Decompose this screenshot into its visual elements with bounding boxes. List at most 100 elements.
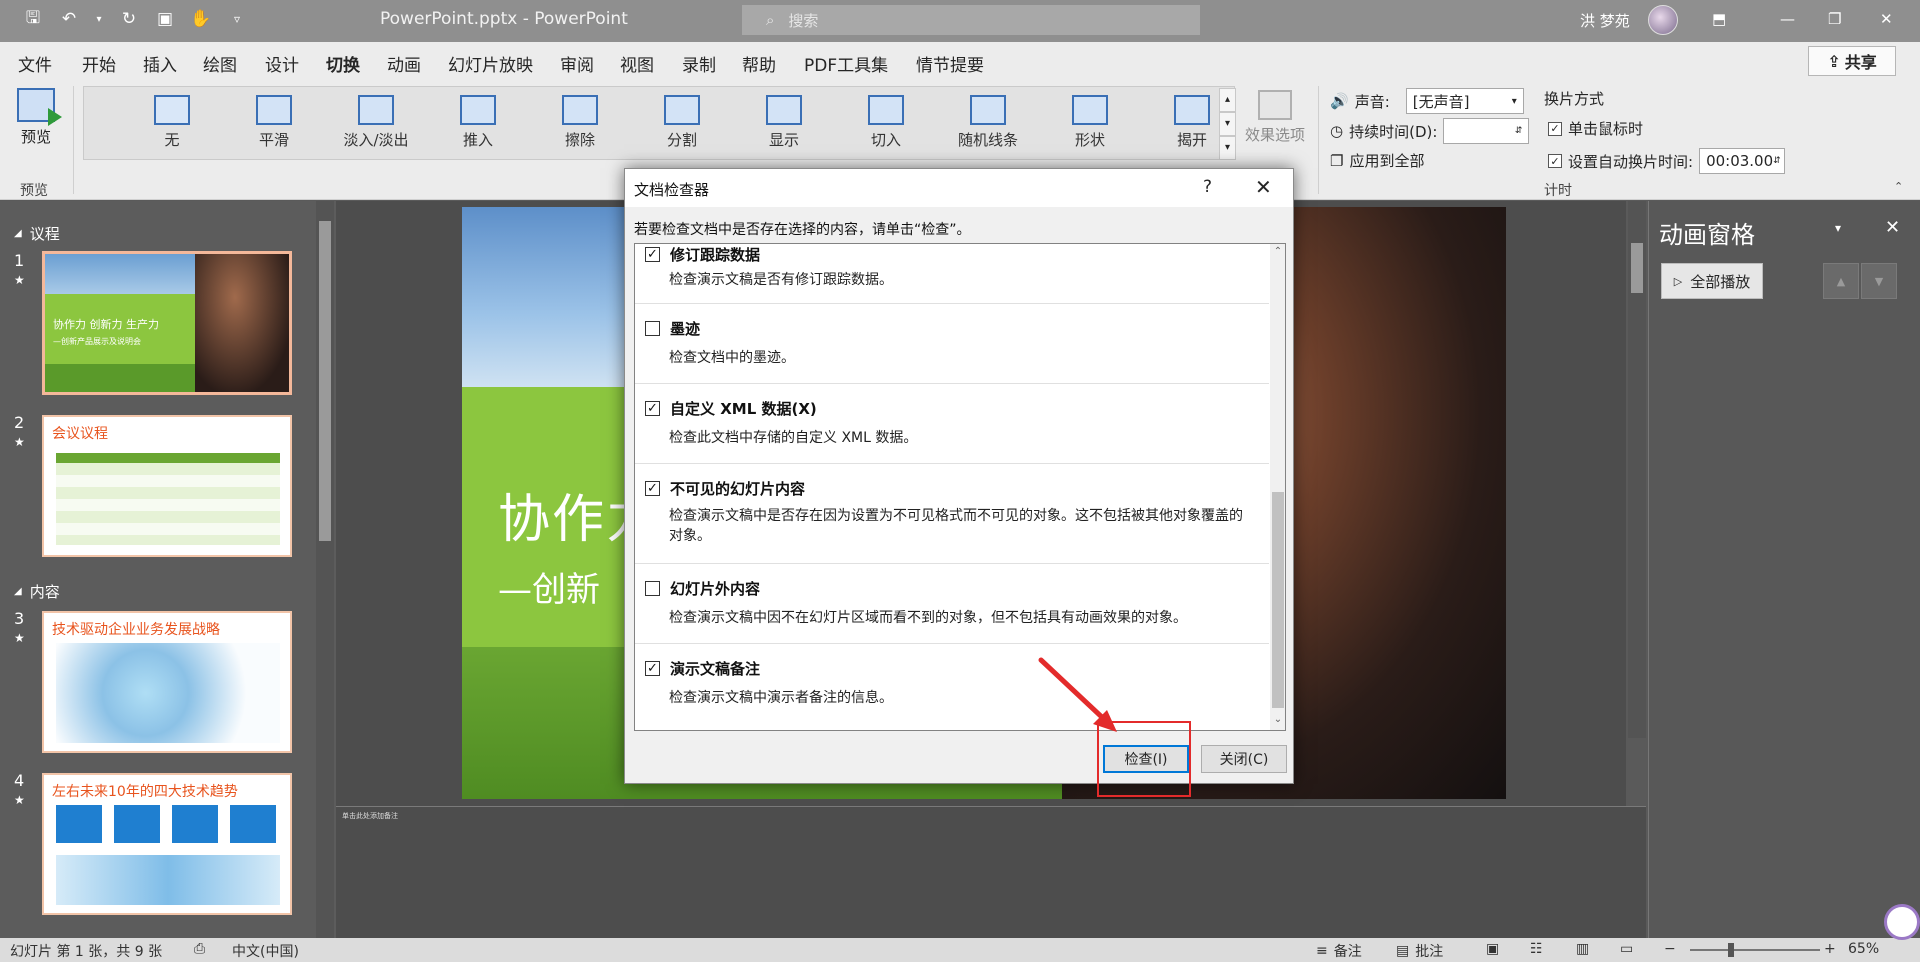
scroll-down-icon[interactable]: ⌄ <box>1272 714 1284 728</box>
section-agenda[interactable]: ◢ 议程 <box>14 223 60 244</box>
collapse-ribbon-icon[interactable]: ⌃ <box>1894 180 1903 193</box>
section-content[interactable]: ◢ 内容 <box>14 581 60 602</box>
customize-qat-icon[interactable]: ▿ <box>226 8 248 30</box>
tab-insert[interactable]: 插入 <box>143 51 177 76</box>
checkbox-checked-icon[interactable]: ✓ <box>1548 154 1562 168</box>
preview-button[interactable]: 预览 <box>12 88 62 147</box>
tab-pdf-tools[interactable]: PDF工具集 <box>804 51 888 76</box>
transition-random-bars[interactable]: 随机线条 <box>940 95 1036 150</box>
slide-thumbnail-3[interactable]: 技术驱动企业业务发展战略 <box>42 611 292 753</box>
tab-record[interactable]: 录制 <box>682 51 716 76</box>
tab-home[interactable]: 开始 <box>82 51 116 76</box>
close-icon[interactable]: ✕ <box>1255 175 1272 199</box>
slide-subtitle[interactable]: —创新 <box>498 562 600 611</box>
sound-select[interactable]: [无声音] ▾ <box>1405 88 1524 114</box>
notes-toggle[interactable]: ≡ 备注 <box>1316 941 1362 961</box>
comments-toggle[interactable]: ▤ 批注 <box>1396 941 1443 961</box>
thumb-subtitle: —创新产品展示及说明会 <box>53 337 141 346</box>
slide-thumbnail-2[interactable]: 会议议程 <box>42 415 292 557</box>
gallery-scroll-up-icon[interactable]: ▴ <box>1219 88 1236 112</box>
minimize-icon[interactable]: — <box>1780 10 1795 28</box>
transition-split[interactable]: 分割 <box>634 95 730 150</box>
checkbox-invisible-content[interactable]: ✓ <box>645 481 660 496</box>
scroll-thumb[interactable] <box>1631 243 1643 293</box>
language-indicator[interactable]: 中文(中国) <box>232 941 299 961</box>
touch-mode-icon[interactable]: ✋ <box>190 8 212 30</box>
notes-pane[interactable]: 单击此处添加备注 <box>336 806 1646 938</box>
auto-advance-time-input[interactable]: 00:03.00 ⇵ <box>1699 148 1786 174</box>
list-scrollbar[interactable]: ⌃ ⌄ <box>1270 244 1285 730</box>
transition-reveal[interactable]: 显示 <box>736 95 832 150</box>
move-up-icon[interactable]: ▲ <box>1823 263 1859 299</box>
thumb-title: 会议议程 <box>52 426 108 442</box>
scroll-thumb[interactable] <box>319 221 331 541</box>
accessibility-icon[interactable]: ⎙ <box>194 941 205 957</box>
gallery-more-icon[interactable]: ▾ <box>1219 136 1236 160</box>
timing-group-label: 计时 <box>1544 183 1572 199</box>
slide-thumbnail-4[interactable]: 左右未来10年的四大技术趋势 <box>42 773 292 915</box>
duration-input[interactable]: ⇵ <box>1443 118 1530 144</box>
close-pane-icon[interactable]: ✕ <box>1885 217 1900 238</box>
transition-morph[interactable]: 平滑 <box>226 95 322 150</box>
thumb-tile <box>114 805 160 843</box>
slide-thumbnail-1[interactable]: 协作力 创新力 生产力 —创新产品展示及说明会 <box>42 251 292 395</box>
redo-icon[interactable]: ↻ <box>118 8 140 30</box>
checkbox-presentation-notes[interactable]: ✓ <box>645 661 660 676</box>
item-description: 检查此文档中存储的自定义 XML 数据。 <box>669 430 918 446</box>
transition-cut[interactable]: 切入 <box>838 95 934 150</box>
reading-view-icon[interactable]: ▥ <box>1576 941 1589 957</box>
restore-icon[interactable]: ❐ <box>1828 10 1841 28</box>
slide-sorter-icon[interactable]: ☷ <box>1530 941 1543 957</box>
tab-draw[interactable]: 绘图 <box>203 51 237 76</box>
close-window-icon[interactable]: ✕ <box>1880 10 1893 28</box>
user-name[interactable]: 洪 梦苑 <box>1580 10 1630 31</box>
normal-view-icon[interactable]: ▣ <box>1486 941 1499 957</box>
apply-all-button[interactable]: ❐ 应用到全部 <box>1330 150 1424 171</box>
zoom-in-icon[interactable]: + <box>1824 941 1836 957</box>
checkbox-off-slide-content[interactable] <box>645 581 660 596</box>
avatar[interactable] <box>1648 5 1678 35</box>
thumbnail-scrollbar[interactable] <box>316 201 334 938</box>
zoom-slider[interactable] <box>1690 949 1820 951</box>
transition-fade[interactable]: 淡入/淡出 <box>328 95 424 150</box>
share-icon: ⇪ <box>1827 51 1841 71</box>
effect-options-button[interactable]: 效果选项 <box>1240 90 1310 145</box>
tab-view[interactable]: 视图 <box>620 51 654 76</box>
present-icon[interactable]: ▣ <box>154 8 176 30</box>
checkbox-revision-data[interactable]: ✓ <box>645 247 660 262</box>
tab-storyboard[interactable]: 情节提要 <box>916 51 984 76</box>
play-all-button[interactable]: ▷ 全部播放 <box>1661 263 1763 299</box>
zoom-slider-thumb[interactable] <box>1728 943 1734 957</box>
transition-push[interactable]: 推入 <box>430 95 526 150</box>
tab-slideshow[interactable]: 幻灯片放映 <box>448 51 533 76</box>
canvas-scrollbar[interactable] <box>1628 201 1646 738</box>
scroll-thumb[interactable] <box>1272 492 1284 708</box>
checkbox-custom-xml[interactable]: ✓ <box>645 401 660 416</box>
checkbox-ink[interactable] <box>645 321 660 336</box>
save-icon[interactable]: 🖫 <box>22 8 44 30</box>
undo-dropdown-icon[interactable]: ▾ <box>94 8 104 30</box>
slideshow-view-icon[interactable]: ▭ <box>1620 941 1633 957</box>
tab-help[interactable]: 帮助 <box>742 51 776 76</box>
transition-none[interactable]: 无 <box>124 95 220 150</box>
gallery-scroll-down-icon[interactable]: ▾ <box>1219 112 1236 136</box>
share-button[interactable]: ⇪ 共享 <box>1808 46 1896 76</box>
tab-design[interactable]: 设计 <box>265 51 299 76</box>
help-icon[interactable]: ? <box>1203 177 1212 197</box>
scroll-up-icon[interactable]: ⌃ <box>1272 246 1284 260</box>
search-box[interactable]: ⌕ 搜索 <box>742 5 1200 35</box>
move-down-icon[interactable]: ▼ <box>1861 263 1897 299</box>
close-button[interactable]: 关闭(C) <box>1201 745 1287 773</box>
on-click-checkbox[interactable]: ✓ 单击鼠标时 <box>1548 118 1643 139</box>
tab-animations[interactable]: 动画 <box>387 51 421 76</box>
tab-transitions[interactable]: 切换 <box>326 51 360 84</box>
pane-options-icon[interactable]: ▾ <box>1835 221 1841 235</box>
undo-icon[interactable]: ↶ <box>58 8 80 30</box>
zoom-level[interactable]: 65% <box>1848 941 1879 957</box>
transition-shape[interactable]: 形状 <box>1042 95 1138 150</box>
tab-review[interactable]: 审阅 <box>560 51 594 76</box>
transition-wipe[interactable]: 擦除 <box>532 95 628 150</box>
zoom-out-icon[interactable]: − <box>1664 941 1676 957</box>
tab-file[interactable]: 文件 <box>18 51 52 76</box>
ribbon-display-icon[interactable]: ⬒ <box>1712 10 1726 28</box>
